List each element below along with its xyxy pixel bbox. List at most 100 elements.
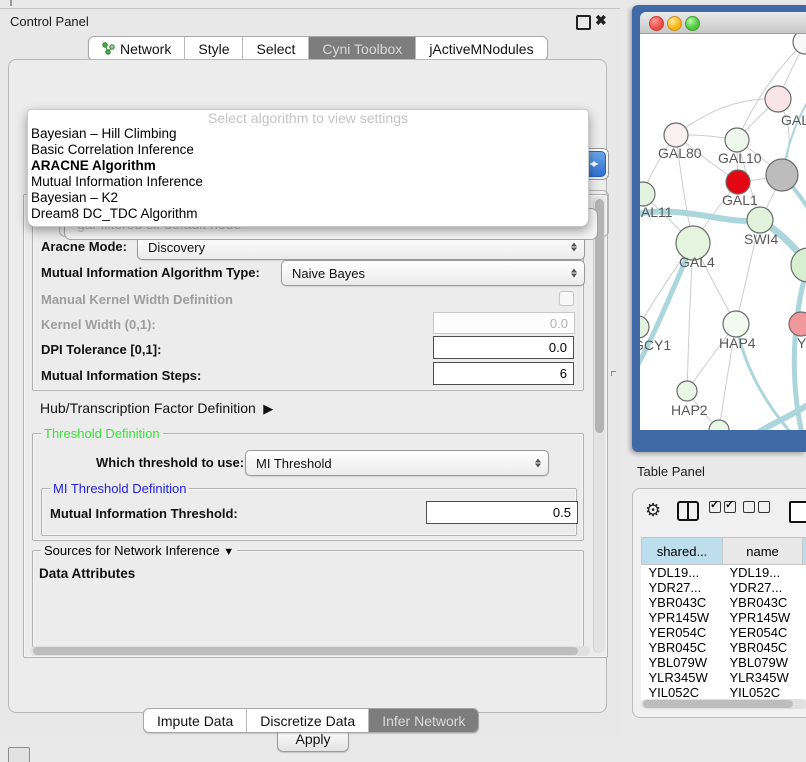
table-row[interactable]: YLR345WYLR345W9. <box>642 670 806 685</box>
network-node[interactable] <box>709 420 729 430</box>
threshold-definition-group: Threshold Definition Which threshold to … <box>32 433 584 541</box>
network-node-gal1[interactable] <box>726 170 750 194</box>
network-window-titlebar[interactable] <box>640 12 806 34</box>
algorithm-option[interactable]: Bayesian – K2 <box>28 190 588 206</box>
minimized-panel-icon[interactable] <box>8 747 30 762</box>
tab-infer-network[interactable]: Infer Network <box>369 709 478 732</box>
table-cell: YBR045C <box>642 640 723 655</box>
settings-vertical-scrollbar[interactable] <box>593 197 605 653</box>
select-all-columns-icon[interactable] <box>709 501 736 513</box>
mi-algorithm-type-combo[interactable]: Naive Bayes <box>281 260 585 286</box>
combo-stepper-icon <box>535 459 541 468</box>
tab-network[interactable]: Network <box>89 37 185 60</box>
network-node-gal80[interactable] <box>664 123 688 147</box>
network-node-gcy1[interactable] <box>640 316 649 338</box>
checked-checkbox-icon <box>709 501 721 513</box>
mi-steps-label: Mutual Information Steps: <box>41 368 201 383</box>
table-hscrollbar-thumb[interactable] <box>643 700 793 708</box>
column-header[interactable]: shared... <box>642 538 723 565</box>
dpi-tolerance-field[interactable]: 0.0 <box>433 336 574 359</box>
cyni-algorithm-settings-group: Cyni Algorithm Settings Algorithm Defini… <box>23 194 608 658</box>
network-node-y[interactable] <box>789 312 806 336</box>
table-cell: YPR145W <box>723 610 803 625</box>
tab-impute-data[interactable]: Impute Data <box>144 709 247 732</box>
node-label: HAP2 <box>671 402 708 418</box>
network-edge[interactable] <box>676 99 778 135</box>
mi-algorithm-type-label: Mutual Information Algorithm Type: <box>41 265 260 280</box>
table-row[interactable]: YDR27...YDR27...12 <box>642 580 806 595</box>
network-node-hap2[interactable] <box>677 381 697 401</box>
float-panel-icon[interactable] <box>576 15 591 30</box>
table-cell: YLR345W <box>642 670 723 685</box>
tab-select[interactable]: Select <box>243 37 309 60</box>
network-node-gal10[interactable] <box>725 128 749 152</box>
network-node[interactable] <box>791 248 806 282</box>
aracne-mode-label: Aracne Mode: <box>41 239 127 254</box>
algorithm-option[interactable]: Bayesian – Hill Climbing <box>28 126 588 142</box>
mi-threshold-field[interactable]: 0.5 <box>426 501 578 524</box>
table-cell: YBR043C <box>642 595 723 610</box>
node-label: GAL <box>781 112 806 128</box>
column-header[interactable] <box>803 538 806 565</box>
table-row[interactable]: YER054CYER054C8. <box>642 625 806 640</box>
document-icon[interactable] <box>789 501 806 523</box>
tab-label: Network <box>120 41 171 57</box>
network-node[interactable] <box>766 159 798 191</box>
table-cell: YER054C <box>642 625 723 640</box>
hub-definition-label: Hub/Transcription Factor Definition <box>40 400 256 416</box>
table-row[interactable]: YDL19...YDL19...13 <box>642 565 806 581</box>
kernel-width-field[interactable]: 0.0 <box>433 312 575 334</box>
close-window-icon[interactable] <box>649 16 664 31</box>
tab-jactivemnodules[interactable]: jActiveMNodules <box>416 37 546 60</box>
table-row[interactable]: YIL052CYIL052C9 <box>642 685 806 700</box>
gear-icon[interactable]: ⚙ <box>645 501 661 519</box>
table-row[interactable]: YBR043CYBR043C <box>642 595 806 610</box>
algorithm-option[interactable]: Dream8 DC_TDC Algorithm <box>28 206 588 222</box>
tab-style[interactable]: Style <box>185 37 243 60</box>
kernel-width-label: Kernel Width (0,1): <box>41 317 156 332</box>
table-row[interactable]: YPR145WYPR145W9. <box>642 610 806 625</box>
node-label: GAL10 <box>718 150 762 166</box>
mi-steps-field[interactable]: 6 <box>433 362 574 385</box>
node-label: SWI4 <box>744 231 778 247</box>
manual-kernel-width-checkbox[interactable] <box>559 291 574 306</box>
hub-definition-toggle[interactable]: Hub/Transcription Factor Definition ▶ <box>40 400 273 417</box>
minimize-window-icon[interactable] <box>667 16 682 31</box>
tab-label: Cyni Toolbox <box>322 41 402 57</box>
network-canvas[interactable]: GALGAL80GAL10GAL1GAL11SWI4GAL4GCY1HAP4YH… <box>640 34 806 430</box>
tab-cyni-toolbox[interactable]: Cyni Toolbox <box>309 37 416 60</box>
network-node-swi4[interactable] <box>747 207 773 233</box>
network-node[interactable] <box>793 34 806 54</box>
tab-label: jActiveMNodules <box>429 41 533 57</box>
node-attribute-table[interactable]: shared...name YDL19...YDL19...13YDR27...… <box>641 537 806 700</box>
splitter-handle[interactable] <box>611 371 616 376</box>
tab-discretize-data[interactable]: Discretize Data <box>247 709 369 732</box>
network-node-gal[interactable] <box>765 86 791 112</box>
settings-hscrollbar-thumb[interactable] <box>33 647 578 655</box>
algorithm-option[interactable]: ARACNE Algorithm <box>28 158 588 174</box>
mi-threshold-label: Mutual Information Threshold: <box>50 506 238 521</box>
algorithm-option[interactable]: Mutual Information Inference <box>28 174 588 190</box>
network-node-hap4[interactable] <box>723 311 749 337</box>
checked-checkbox-icon <box>724 501 736 513</box>
table-cell: YIL052C <box>723 685 803 700</box>
which-threshold-combo[interactable]: MI Threshold <box>245 450 549 476</box>
collapse-arrow-icon[interactable]: ▼ <box>223 546 234 558</box>
dpi-tolerance-label: DPI Tolerance [0,1]: <box>41 342 161 357</box>
close-panel-icon[interactable]: ✖ <box>595 12 607 29</box>
algorithm-option[interactable]: Basic Correlation Inference <box>28 142 588 158</box>
table-horizontal-scrollbar[interactable] <box>641 699 806 709</box>
network-node-gal11[interactable] <box>640 182 655 206</box>
zoom-window-icon[interactable] <box>685 16 700 31</box>
settings-horizontal-scrollbar[interactable] <box>30 646 590 656</box>
application-root: Control Panel ✖ NetworkStyleSelectCyni T… <box>0 0 806 762</box>
split-column-icon[interactable] <box>677 501 699 521</box>
table-row[interactable]: YBR045CYBR045C9. <box>642 640 806 655</box>
table-row[interactable]: YBL079WYBL079W <box>642 655 806 670</box>
column-header[interactable]: name <box>723 538 803 565</box>
mi-threshold-definition-title: MI Threshold Definition <box>50 481 189 496</box>
deselect-all-columns-icon[interactable] <box>743 501 770 513</box>
control-panel-tab-bar: Network StyleSelect Cyni Toolbox jActiveMNo… <box>88 36 548 61</box>
table-cell: YDR27... <box>723 580 803 595</box>
tab-label: Discretize Data <box>260 713 355 729</box>
